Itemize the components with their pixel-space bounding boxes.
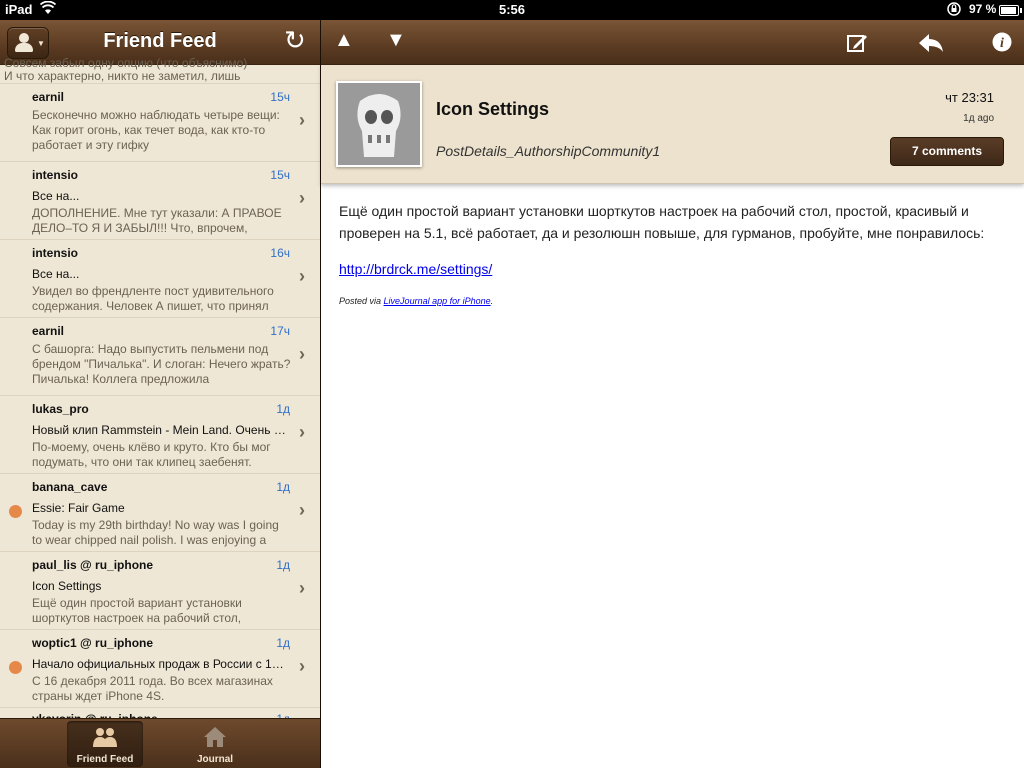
comments-button[interactable]: 7 comments [890, 137, 1004, 166]
panel-title: Friend Feed [103, 30, 217, 52]
list-item[interactable]: intensio 16ч Все на... Увидел во френдле… [0, 240, 320, 318]
post-thumbnail[interactable] [336, 81, 422, 167]
feed-list[interactable]: Совсем забыл одну опцию (что объяснимо) … [0, 57, 320, 722]
chevron-right-icon: › [299, 500, 305, 520]
chevron-right-icon: › [299, 344, 305, 364]
list-item[interactable]: earnil 17ч С башорга: Надо выпустить пел… [0, 318, 320, 396]
house-icon [204, 727, 226, 747]
list-item-partial[interactable]: Совсем забыл одну опцию (что объяснимо) … [0, 57, 320, 84]
post-link[interactable]: http://brdrck.me/settings/ [339, 261, 492, 277]
friends-icon [93, 728, 117, 747]
tab-bar: Friend Feed Journal [0, 718, 320, 768]
chevron-right-icon: › [299, 656, 305, 676]
livejournal-app-link[interactable]: LiveJournal app for iPhone [384, 296, 491, 306]
post-time: чт 23:31 [945, 90, 994, 105]
battery-percent: 97 % [969, 2, 997, 16]
right-navbar: ▲ ▼ i [321, 20, 1024, 65]
post-body: Ещё один простой вариант установки шортк… [339, 203, 985, 241]
posted-via: Posted via LiveJournal app for iPhone. [339, 296, 494, 306]
list-item[interactable]: banana_cave 1д Essie: Fair Game Today is… [0, 474, 320, 552]
post-ago: 1д ago [963, 113, 994, 124]
battery-icon [999, 5, 1022, 16]
svg-text:i: i [1000, 36, 1004, 51]
unread-dot-icon [9, 505, 22, 518]
list-item[interactable]: paul_lis @ ru_iphone 1д Icon Settings Ещ… [0, 552, 320, 630]
skull-chair-image [338, 83, 420, 165]
clock: 5:56 [498, 2, 526, 17]
chevron-right-icon: › [299, 578, 305, 598]
chevron-right-icon: › [299, 188, 305, 208]
post-detail-panel: ▲ ▼ i Icon Settings PostDetails_Authorsh… [321, 20, 1024, 768]
post-title: Icon Settings [436, 99, 550, 119]
refresh-icon[interactable]: ↻ [284, 28, 306, 54]
post-community[interactable]: PostDetails_AuthorshipCommunity1 [436, 143, 660, 159]
chevron-right-icon: › [299, 110, 305, 130]
list-item[interactable]: intensio 15ч Все на... ДОПОЛНЕНИЕ. Мне т… [0, 162, 320, 240]
compose-icon[interactable] [846, 32, 868, 54]
unread-dot-icon [9, 661, 22, 674]
tab-friend-feed[interactable]: Friend Feed [67, 721, 143, 767]
rotation-lock-icon [947, 2, 961, 16]
tab-journal[interactable]: Journal [177, 721, 253, 767]
friend-feed-panel: ▼ Friend Feed ↻ Совсем забыл одну опцию … [0, 20, 320, 768]
post-header: Icon Settings PostDetails_AuthorshipComm… [321, 65, 1024, 184]
chevron-right-icon: › [299, 266, 305, 286]
list-item[interactable]: lukas_pro 1д Новый клип Rammstein - Mein… [0, 396, 320, 474]
reply-icon[interactable] [917, 32, 945, 54]
next-post-icon[interactable]: ▼ [386, 30, 406, 50]
list-item[interactable]: earnil 15ч Бесконечно можно наблюдать че… [0, 84, 320, 162]
list-item[interactable]: woptic1 @ ru_iphone 1д Начало официальны… [0, 630, 320, 708]
chevron-right-icon: › [299, 422, 305, 442]
info-icon[interactable]: i [992, 32, 1012, 52]
previous-post-icon[interactable]: ▲ [334, 30, 354, 50]
status-bar: iPad 5:56 97 % [0, 0, 1024, 20]
